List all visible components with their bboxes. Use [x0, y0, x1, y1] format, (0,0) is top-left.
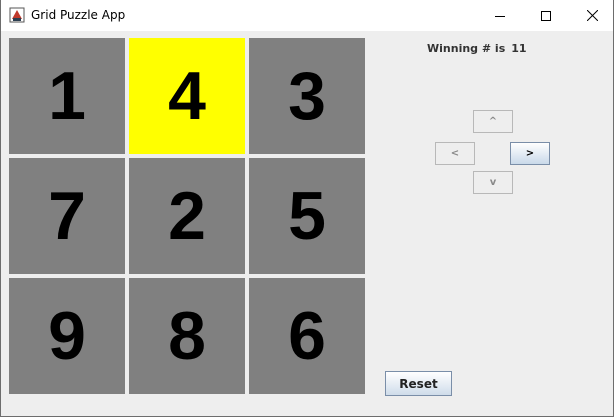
- title-bar: Grid Puzzle App: [1, 0, 613, 31]
- grid-tile[interactable]: 9: [9, 278, 125, 394]
- reset-button[interactable]: Reset: [385, 371, 452, 396]
- puzzle-grid: 1 4 3 7 2 5 9 8 6: [9, 38, 365, 394]
- maximize-button[interactable]: [523, 0, 569, 31]
- grid-tile[interactable]: 8: [129, 278, 245, 394]
- move-down-button[interactable]: v: [473, 171, 513, 194]
- close-button[interactable]: [569, 0, 614, 31]
- winning-number-value: 11: [511, 42, 527, 55]
- grid-tile[interactable]: 3: [249, 38, 365, 154]
- move-up-button[interactable]: ^: [473, 110, 513, 133]
- move-left-button[interactable]: <: [435, 142, 475, 165]
- window-title: Grid Puzzle App: [31, 8, 126, 22]
- grid-tile[interactable]: 4: [129, 38, 245, 154]
- java-app-icon: [9, 7, 25, 23]
- grid-tile[interactable]: 2: [129, 158, 245, 274]
- grid-tile[interactable]: 6: [249, 278, 365, 394]
- grid-tile[interactable]: 1: [9, 38, 125, 154]
- minimize-icon: [495, 15, 505, 17]
- move-right-button[interactable]: >: [510, 142, 550, 165]
- winning-label-text: Winning # is: [427, 42, 506, 55]
- grid-tile[interactable]: 7: [9, 158, 125, 274]
- minimize-button[interactable]: [477, 0, 523, 31]
- app-window: Grid Puzzle App 1 4 3 7 2 5 9 8 6 Winnin…: [0, 0, 614, 417]
- winning-number-label: Winning # is 11: [427, 42, 527, 55]
- grid-tile[interactable]: 5: [249, 158, 365, 274]
- maximize-icon: [541, 10, 551, 21]
- close-icon: [586, 10, 598, 21]
